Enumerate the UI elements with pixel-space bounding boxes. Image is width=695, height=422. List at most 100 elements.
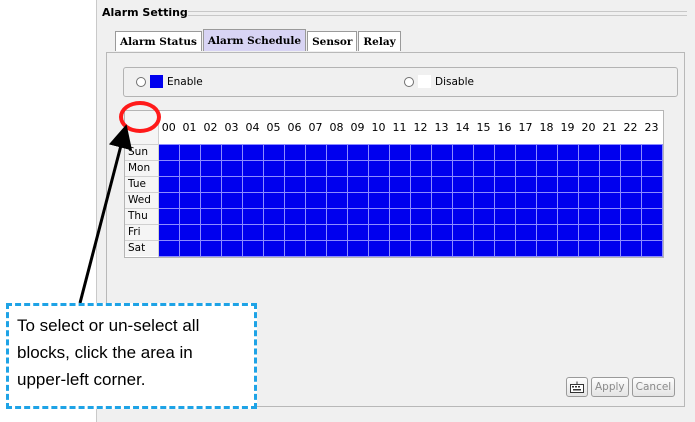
hour-header[interactable]: 00 (158, 111, 179, 144)
schedule-cell[interactable] (199, 191, 222, 209)
schedule-cell[interactable] (388, 143, 411, 161)
day-label[interactable]: Thu (125, 207, 159, 224)
schedule-cell[interactable] (241, 239, 264, 257)
schedule-cell[interactable] (283, 239, 306, 257)
schedule-cell[interactable] (598, 175, 621, 193)
schedule-cell[interactable] (178, 239, 201, 257)
schedule-cell[interactable] (178, 143, 201, 161)
schedule-cell[interactable] (430, 239, 453, 257)
schedule-cell[interactable] (556, 143, 579, 161)
schedule-cell[interactable] (346, 159, 369, 177)
schedule-cell[interactable] (598, 143, 621, 161)
schedule-cell[interactable] (325, 207, 348, 225)
schedule-cell[interactable] (388, 223, 411, 241)
schedule-cell[interactable] (619, 239, 642, 257)
schedule-cell[interactable] (535, 175, 558, 193)
schedule-cell[interactable] (220, 239, 243, 257)
schedule-cell[interactable] (388, 191, 411, 209)
day-label[interactable]: Tue (125, 175, 159, 192)
schedule-cell[interactable] (493, 175, 516, 193)
schedule-cell[interactable] (472, 191, 495, 209)
schedule-cell[interactable] (472, 159, 495, 177)
schedule-cell[interactable] (556, 175, 579, 193)
schedule-cell[interactable] (598, 223, 621, 241)
schedule-cell[interactable] (493, 143, 516, 161)
schedule-cell[interactable] (556, 159, 579, 177)
schedule-cell[interactable] (262, 207, 285, 225)
schedule-cell[interactable] (514, 143, 537, 161)
schedule-cell[interactable] (157, 175, 180, 193)
schedule-cell[interactable] (241, 143, 264, 161)
schedule-cell[interactable] (283, 175, 306, 193)
schedule-cell[interactable] (535, 191, 558, 209)
schedule-cell[interactable] (640, 159, 663, 177)
schedule-cell[interactable] (367, 223, 390, 241)
schedule-cell[interactable] (283, 207, 306, 225)
schedule-cell[interactable] (178, 191, 201, 209)
schedule-cell[interactable] (304, 175, 327, 193)
schedule-cell[interactable] (346, 207, 369, 225)
hour-header[interactable]: 12 (410, 111, 431, 144)
schedule-cell[interactable] (640, 223, 663, 241)
hour-header[interactable]: 20 (578, 111, 599, 144)
schedule-cell[interactable] (262, 191, 285, 209)
schedule-cell[interactable] (577, 159, 600, 177)
schedule-cell[interactable] (367, 159, 390, 177)
schedule-cell[interactable] (199, 223, 222, 241)
schedule-cell[interactable] (640, 175, 663, 193)
schedule-cell[interactable] (388, 159, 411, 177)
hour-header[interactable]: 03 (221, 111, 242, 144)
schedule-cell[interactable] (640, 207, 663, 225)
schedule-cell[interactable] (493, 159, 516, 177)
schedule-cell[interactable] (199, 159, 222, 177)
schedule-cell[interactable] (262, 223, 285, 241)
tab-alarm-status[interactable]: Alarm Status (115, 31, 202, 51)
schedule-cell[interactable] (325, 159, 348, 177)
schedule-cell[interactable] (640, 191, 663, 209)
hour-header[interactable]: 10 (368, 111, 389, 144)
schedule-cell[interactable] (346, 239, 369, 257)
schedule-cell[interactable] (556, 207, 579, 225)
schedule-cell[interactable] (451, 143, 474, 161)
schedule-cell[interactable] (325, 143, 348, 161)
schedule-cell[interactable] (367, 143, 390, 161)
schedule-cell[interactable] (409, 175, 432, 193)
hour-header[interactable]: 01 (179, 111, 200, 144)
schedule-cell[interactable] (598, 207, 621, 225)
schedule-cell[interactable] (556, 239, 579, 257)
schedule-cell[interactable] (283, 223, 306, 241)
schedule-cell[interactable] (640, 143, 663, 161)
schedule-cell[interactable] (451, 175, 474, 193)
schedule-cell[interactable] (514, 239, 537, 257)
schedule-cell[interactable] (472, 175, 495, 193)
schedule-cell[interactable] (199, 143, 222, 161)
schedule-cell[interactable] (451, 191, 474, 209)
schedule-cell[interactable] (199, 175, 222, 193)
schedule-cell[interactable] (535, 159, 558, 177)
day-label[interactable]: Fri (125, 223, 159, 240)
schedule-cell[interactable] (409, 239, 432, 257)
schedule-cell[interactable] (157, 159, 180, 177)
schedule-cell[interactable] (304, 239, 327, 257)
schedule-cell[interactable] (493, 207, 516, 225)
hour-header[interactable]: 23 (641, 111, 662, 144)
schedule-cell[interactable] (514, 175, 537, 193)
schedule-cell[interactable] (577, 239, 600, 257)
schedule-cell[interactable] (157, 191, 180, 209)
day-label[interactable]: Sat (125, 239, 159, 256)
schedule-cell[interactable] (409, 143, 432, 161)
schedule-cell[interactable] (241, 175, 264, 193)
schedule-cell[interactable] (220, 143, 243, 161)
schedule-cell[interactable] (451, 207, 474, 225)
hour-header[interactable]: 05 (263, 111, 284, 144)
schedule-cell[interactable] (325, 191, 348, 209)
schedule-cell[interactable] (535, 239, 558, 257)
schedule-cell[interactable] (535, 207, 558, 225)
schedule-cell[interactable] (262, 159, 285, 177)
schedule-cell[interactable] (388, 207, 411, 225)
day-label[interactable]: Wed (125, 191, 159, 208)
schedule-cell[interactable] (535, 223, 558, 241)
schedule-cell[interactable] (178, 175, 201, 193)
schedule-cell[interactable] (430, 159, 453, 177)
schedule-cell[interactable] (493, 223, 516, 241)
